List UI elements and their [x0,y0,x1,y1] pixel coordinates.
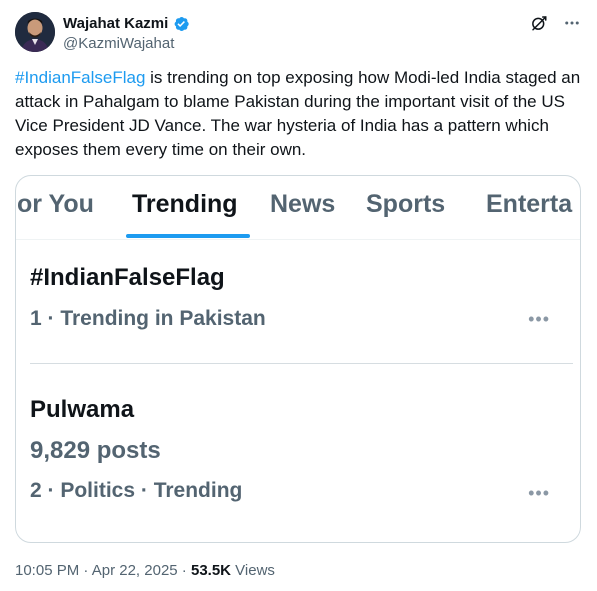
avatar[interactable] [15,12,55,52]
active-tab-indicator [126,234,250,238]
more-options-icon: ••• [528,309,550,329]
trend-title: #IndianFalseFlag [30,264,225,291]
tab-trending: Trending [132,190,238,218]
tab-entertainment: Enterta [486,190,573,218]
tweet-date[interactable]: Apr 22, 2025 [92,562,178,579]
tab-for-you: or You [17,190,94,218]
author-handle[interactable]: @KazmiWajahat [63,34,190,54]
tweet-footer: 10:05 PM · Apr 22, 2025 · 53.5K Views [15,561,275,581]
divider [30,363,573,364]
views-count[interactable]: 53.5K [191,562,231,579]
grok-icon[interactable] [530,14,548,32]
verified-badge-icon [174,16,190,31]
separator: · [177,562,191,579]
trend-post-count: 9,829 posts [30,437,161,464]
trend-item: #IndianFalseFlag 1 · Trending in Pakista… [30,263,570,333]
more-options-icon[interactable] [562,14,582,32]
views-label: Views [231,562,275,579]
trend-item: Pulwama 9,829 posts 2 · Politics · Trend… [30,395,570,505]
trend-meta: 1 · Trending in Pakistan [30,307,266,330]
trend-meta: 2 · Politics · Trending [30,479,243,502]
attached-image[interactable]: or You Trending News Sports Enterta #Ind… [15,175,581,543]
tweet-header: Wajahat Kazmi @KazmiWajahat [15,12,582,56]
author-name-text: Wajahat Kazmi [63,15,169,32]
trend-title: Pulwama [30,396,135,423]
author-display-name[interactable]: Wajahat Kazmi [63,14,190,33]
tab-news: News [270,190,336,218]
more-options-icon: ••• [528,483,550,503]
hashtag-link[interactable]: #IndianFalseFlag [15,68,145,87]
tweet-time[interactable]: 10:05 PM [15,562,79,579]
tab-bar: or You Trending News Sports Enterta [16,176,580,240]
tab-sports: Sports [366,190,446,218]
separator: · [79,562,92,579]
tweet-text: #IndianFalseFlag is trending on top expo… [15,66,587,162]
